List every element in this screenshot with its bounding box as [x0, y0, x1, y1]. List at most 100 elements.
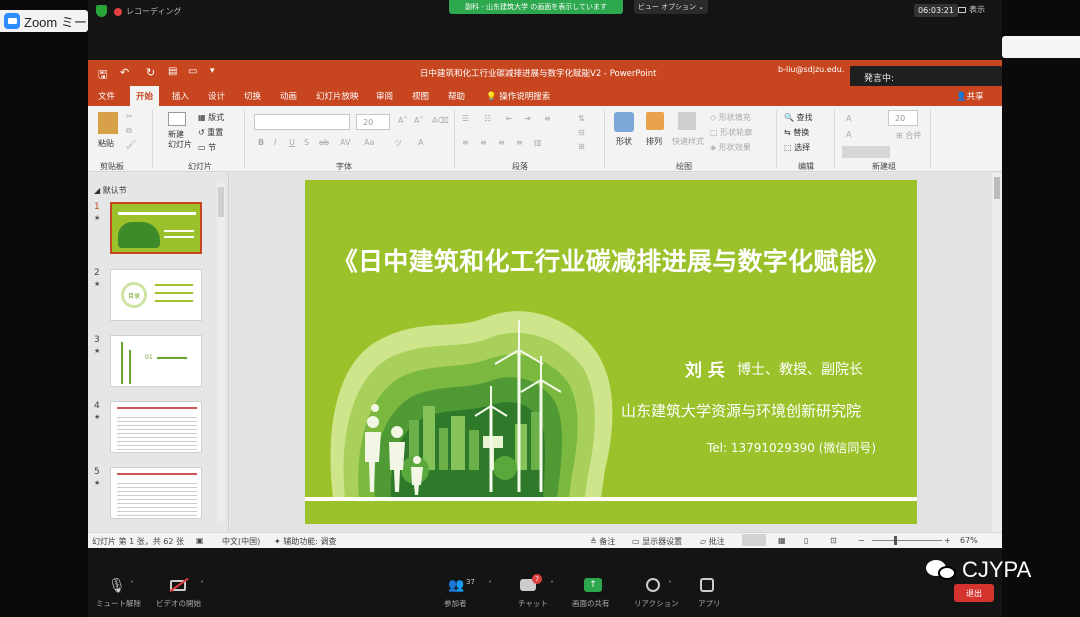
shapes-icon[interactable]	[614, 112, 634, 132]
increase-font-icon[interactable]: A˄	[398, 116, 407, 125]
underline-icon[interactable]: U	[289, 138, 295, 147]
from-beginning-icon[interactable]: ▤	[168, 66, 177, 77]
slide-sorter-icon[interactable]: ▦	[778, 536, 786, 545]
change-case-icon[interactable]: Aa	[364, 138, 374, 147]
presenter-name[interactable]: 刘 兵	[685, 356, 725, 381]
institution-name[interactable]: 山东建筑大学资源与环境创新研究院	[621, 400, 861, 421]
presenter-role[interactable]: 博士、教授、副院长	[737, 359, 863, 379]
zoom-taskbar-tab[interactable]: Zoom ミー	[0, 10, 88, 32]
scroll-thumb[interactable]	[994, 177, 1000, 199]
tab-slideshow[interactable]: 幻灯片放映	[316, 90, 359, 102]
chevron-up-icon[interactable]: ˄	[668, 580, 672, 589]
ng-font-grow-icon[interactable]: A	[846, 114, 851, 123]
zoom-in-icon[interactable]: +	[944, 536, 951, 545]
tab-animations[interactable]: 动画	[280, 90, 297, 102]
editor-scrollbar[interactable]	[992, 173, 1002, 535]
chevron-up-icon[interactable]: ˄	[200, 580, 204, 589]
ng-size-box[interactable]: 20	[888, 110, 918, 126]
shape-outline-button[interactable]: □ 形状轮廓	[710, 127, 752, 138]
save-icon[interactable]: 🖫	[98, 66, 107, 85]
replace-button[interactable]: ⇆ 替换	[784, 127, 809, 138]
reaction-label[interactable]: リアクション	[634, 598, 679, 609]
microphone-muted-icon[interactable]: 🎙	[108, 578, 126, 594]
comments-button[interactable]: ▱ 批注	[700, 536, 725, 547]
reset-button[interactable]: ↺ 重置	[198, 127, 223, 138]
align-text-icon[interactable]: ⊟	[578, 128, 585, 137]
apps-icon[interactable]	[700, 578, 714, 592]
thumbnail-slide-4[interactable]	[110, 401, 202, 453]
indent-decrease-icon[interactable]: ⇤	[506, 114, 513, 123]
chevron-up-icon[interactable]: ˄	[550, 580, 554, 589]
shape-label[interactable]: 形状	[616, 136, 632, 147]
copy-icon[interactable]: ⧉	[126, 126, 132, 136]
apps-label[interactable]: アプリ	[698, 598, 721, 609]
tab-review[interactable]: 审阅	[376, 90, 393, 102]
thumbnail-slide-2[interactable]: 目录	[110, 269, 202, 321]
quick-styles-icon[interactable]	[678, 112, 696, 130]
display-button[interactable]: 表示	[958, 4, 985, 15]
normal-view-icon[interactable]	[742, 534, 766, 546]
tab-insert[interactable]: 插入	[172, 90, 189, 102]
right-edge-tab[interactable]	[1002, 36, 1080, 58]
reading-view-icon[interactable]: ▯	[804, 536, 808, 545]
highlight-icon[interactable]: ツ	[394, 138, 402, 149]
paste-label[interactable]: 粘贴	[98, 138, 114, 149]
thumbnail-slide-3[interactable]: 01	[110, 335, 202, 387]
shape-fill-button[interactable]: ◇ 形状填充	[710, 112, 751, 123]
arrange-label[interactable]: 排列	[646, 136, 662, 147]
shadow-icon[interactable]: S	[304, 138, 309, 147]
participants-label[interactable]: 参加者	[444, 598, 467, 609]
tab-file[interactable]: 文件	[98, 90, 115, 102]
zoom-slider-thumb[interactable]	[894, 536, 897, 545]
font-name-box[interactable]	[254, 114, 350, 130]
share-screen-icon[interactable]: ↑	[584, 578, 602, 592]
accessibility-status[interactable]: ✦ 辅助功能: 调查	[274, 536, 337, 547]
chevron-up-icon[interactable]: ˄	[130, 580, 134, 589]
reaction-icon[interactable]	[646, 578, 660, 592]
account-name[interactable]: b-liu@sdjzu.edu.	[778, 65, 844, 74]
strikethrough-icon[interactable]: ab	[319, 138, 329, 147]
italic-icon[interactable]: I	[274, 138, 276, 147]
justify-icon[interactable]: ≡	[516, 138, 523, 147]
shape-effects-button[interactable]: ◈ 形状效果	[710, 142, 751, 153]
ng-font-shrink-icon[interactable]: A	[846, 130, 851, 139]
video-label[interactable]: ビデオの開始	[156, 598, 201, 609]
bullets-icon[interactable]: ☰	[462, 114, 469, 123]
chat-label[interactable]: チャット	[518, 598, 548, 609]
clear-format-icon[interactable]: A⌫	[432, 116, 449, 125]
tell-me-search[interactable]: 💡 操作说明搜索	[486, 90, 550, 102]
language-status[interactable]: 中文(中国)	[222, 536, 260, 547]
line-spacing-icon[interactable]: ≡	[544, 114, 551, 123]
font-color-icon[interactable]: A	[418, 138, 423, 147]
section-header[interactable]: ◢ 默认节	[94, 185, 127, 196]
section-button[interactable]: ▭ 节	[198, 142, 216, 153]
chevron-up-icon[interactable]: ˄	[488, 580, 492, 589]
text-direction-icon[interactable]: ⇅	[578, 114, 585, 123]
align-left-icon[interactable]: ≡	[462, 138, 469, 147]
view-options-button[interactable]: ビュー オプション ⌄	[634, 0, 708, 14]
thumbnail-slide-5[interactable]	[110, 467, 202, 519]
decrease-font-icon[interactable]: A˅	[414, 116, 423, 125]
align-right-icon[interactable]: ≡	[498, 138, 505, 147]
tab-design[interactable]: 设计	[208, 90, 225, 102]
share-button[interactable]: 👤共享	[956, 90, 984, 102]
merge-button[interactable]: ⊞ 合并	[896, 130, 921, 141]
contact-phone[interactable]: Tel: 13791029390 (微信同号)	[707, 439, 876, 456]
indent-increase-icon[interactable]: ⇥	[524, 114, 531, 123]
align-center-icon[interactable]: ≡	[480, 138, 487, 147]
paste-icon[interactable]	[98, 112, 118, 134]
arrange-icon[interactable]	[646, 112, 664, 130]
share-screen-label[interactable]: 画面の共有	[572, 598, 610, 609]
mute-label[interactable]: ミュート解除	[96, 598, 141, 609]
format-painter-icon[interactable]: 🖌	[126, 140, 136, 149]
customize-qat-icon[interactable]: ▾	[210, 66, 215, 76]
cut-icon[interactable]: ✂	[126, 112, 133, 121]
new-slide-label[interactable]: 新建 幻灯片	[168, 130, 192, 150]
notes-button[interactable]: ≜ 备注	[590, 536, 615, 547]
smartart-icon[interactable]: ⊞	[578, 142, 585, 151]
quick-styles-label[interactable]: 快速样式	[672, 136, 704, 147]
security-shield-icon[interactable]	[96, 5, 107, 17]
zoom-level[interactable]: 67%	[960, 536, 978, 545]
slide-title[interactable]: 《日中建筑和化工行业碳减排进展与数字化赋能》	[305, 242, 917, 278]
leave-button[interactable]: 退出	[954, 584, 994, 602]
